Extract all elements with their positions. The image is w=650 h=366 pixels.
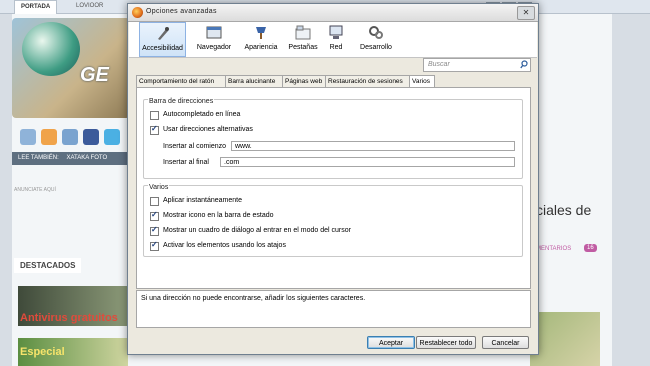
option-alternative-addresses-label: Usar direcciones alternativas <box>163 126 253 133</box>
rss-icon[interactable] <box>41 129 57 145</box>
bg-thumb-especial[interactable]: Especial <box>18 338 128 366</box>
development-icon <box>369 26 383 39</box>
checkbox-cursor-mode-dialog[interactable] <box>150 225 159 236</box>
accessibility-icon <box>157 27 169 40</box>
misc-group: Varios Aplicar instantáneamente Mostrar … <box>143 184 523 257</box>
toolbar-development[interactable]: Desarrollo <box>353 22 399 57</box>
search-placeholder: Buscar <box>428 61 450 68</box>
option-cursor-mode-dialog-label: Mostrar un cuadro de diálogo al entrar e… <box>163 227 351 234</box>
toolbar-tabs[interactable]: Pestañas <box>283 22 323 57</box>
toolbar-appearance-label: Apariencia <box>244 44 278 51</box>
tab-fast-bar[interactable]: Barra alucinante <box>225 75 283 87</box>
toolbar-browser-label: Navegador <box>196 44 232 51</box>
insert-end-label: Insertar al final <box>163 159 209 166</box>
toolbar-browser[interactable]: Navegador <box>191 22 237 57</box>
bg-nav-xataka[interactable]: XATAKA FOTO <box>66 155 107 161</box>
accept-button[interactable]: Aceptar <box>367 336 415 349</box>
search-input[interactable]: Buscar <box>423 58 531 72</box>
insert-start-field[interactable]: www. <box>231 141 515 151</box>
tab-web-pages[interactable]: Páginas web <box>282 75 326 87</box>
bg-comments-label[interactable]: MENTARIOS <box>536 246 571 252</box>
network-icon <box>329 25 343 39</box>
browser-icon <box>206 26 222 39</box>
dialog-close-button[interactable]: ✕ <box>517 6 535 20</box>
bg-ad-text[interactable]: ANUNCIATE AQUÍ <box>14 187 56 193</box>
address-bar-group-title: Barra de direcciones <box>148 98 215 105</box>
reset-all-button[interactable]: Restablecer todo <box>416 336 476 349</box>
bg-destacados-heading: DESTACADOS <box>14 258 82 273</box>
bg-tab-portada[interactable]: PORTADA <box>14 0 58 14</box>
insert-end-field[interactable]: .com <box>220 157 515 167</box>
toolbar-development-label: Desarrollo <box>360 44 392 51</box>
checkbox-shortcut-activation[interactable] <box>150 240 159 251</box>
mobile-icon[interactable] <box>20 129 36 145</box>
mail-icon[interactable] <box>62 129 78 145</box>
bg-thumb-antivirus[interactable]: Antivirus gratuitos <box>18 286 128 326</box>
dialog-title: Opciones avanzadas <box>146 8 217 15</box>
tabs-icon <box>295 25 311 40</box>
insert-start-label: Insertar al comienzo <box>163 143 227 150</box>
social-icons <box>20 129 120 147</box>
bg-thumb-especial-text: Especial <box>20 346 65 358</box>
option-status-bar-icon-label: Mostrar icono en la barra de estado <box>163 212 274 219</box>
option-shortcut-activation-label: Activar los elementos usando los atajos <box>163 242 286 249</box>
settings-panel: Barra de direcciones Autocompletado en l… <box>136 87 531 289</box>
bg-nav-bar: LEE TAMBIÉN: XATAKA FOTO <box>12 152 130 165</box>
bg-nav-lee: LEE TAMBIÉN: <box>18 155 59 161</box>
tab-session-restore[interactable]: Restauración de sesiones <box>325 75 410 87</box>
toolbar-appearance[interactable]: Apariencia <box>239 22 283 57</box>
checkbox-status-bar-icon[interactable] <box>150 210 159 221</box>
toolbar-network[interactable]: Red <box>321 22 351 57</box>
bg-photo <box>530 312 600 366</box>
option-apply-instantly-label: Aplicar instantáneamente <box>163 197 242 204</box>
checkbox-apply-instantly[interactable] <box>150 197 159 206</box>
advanced-options-dialog: Opciones avanzadas ✕ Accesibilidad Naveg… <box>127 3 539 355</box>
toolbar-tabs-label: Pestañas <box>288 44 318 51</box>
bg-thumb-antivirus-text: Antivirus gratuitos <box>20 312 118 324</box>
checkbox-alternative-addresses[interactable] <box>150 124 159 135</box>
checkbox-inline-autocomplete[interactable] <box>150 111 159 120</box>
dialog-titlebar[interactable]: Opciones avanzadas ✕ <box>128 4 538 22</box>
site-logo: GE <box>12 18 130 118</box>
facebook-icon[interactable] <box>83 129 99 145</box>
misc-group-title: Varios <box>148 184 170 191</box>
logo-sphere-icon <box>22 22 80 76</box>
toolbar-network-label: Red <box>329 44 343 51</box>
options-toolbar: Accesibilidad Navegador Apariencia Pesta… <box>129 22 537 58</box>
cancel-button[interactable]: Cancelar <box>482 336 529 349</box>
address-bar-group: Barra de direcciones Autocompletado en l… <box>143 98 523 179</box>
logo-text: GE <box>80 64 109 86</box>
bg-comments-badge: 16 <box>584 244 597 252</box>
toolbar-accessibility[interactable]: Accesibilidad <box>139 22 186 57</box>
info-description-text: Si una dirección no puede encontrarse, a… <box>141 295 366 302</box>
bg-tab-second[interactable]: LOVIOOR <box>70 0 109 13</box>
info-description-box: Si una dirección no puede encontrarse, a… <box>136 290 531 328</box>
tab-mouse-behavior[interactable]: Comportamiento del ratón <box>136 75 226 87</box>
firefox-icon <box>132 7 143 18</box>
appearance-icon <box>256 27 266 39</box>
search-icon[interactable] <box>520 60 528 69</box>
twitter-icon[interactable] <box>104 129 120 145</box>
bg-headline[interactable]: ciales de <box>536 202 591 218</box>
toolbar-accessibility-label: Accesibilidad <box>142 45 183 52</box>
option-inline-autocomplete-label: Autocompletado en línea <box>163 111 241 118</box>
